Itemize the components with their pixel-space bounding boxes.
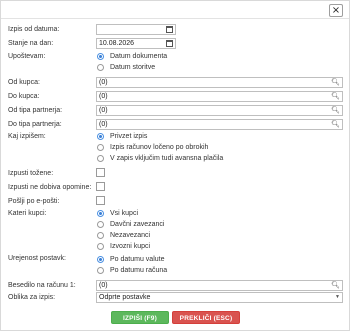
radio-unselected[interactable] [97, 144, 104, 151]
radio-label: Datum dokumenta [110, 53, 168, 60]
close-button[interactable]: × [329, 4, 343, 17]
exclude-no-reminders-checkbox[interactable] [96, 182, 105, 191]
exclude-sued-label: Izpusti tožene: [8, 170, 54, 177]
exclude-sued-checkbox[interactable] [96, 168, 105, 177]
search-icon[interactable]: 🔍︎ [331, 92, 340, 101]
print-form-select[interactable]: Odprte postavke ▼ [96, 292, 343, 303]
date-as-of-input[interactable]: 10.08.2026 [96, 38, 176, 49]
radio-selected[interactable] [97, 256, 104, 263]
dialog-titlebar: × [1, 1, 349, 19]
radio-label: Datum storitve [110, 64, 156, 71]
search-icon[interactable]: 🔍︎ [331, 281, 340, 290]
radio-label: Vsi kupci [110, 210, 139, 217]
from-partner-type-label: Od tipa partnerja: [8, 107, 63, 114]
radio-label: Davčni zavezanci [110, 221, 165, 228]
radio-unselected[interactable] [97, 267, 104, 274]
exclude-no-reminders-label: Izpusti ne dobiva opomine: [8, 184, 92, 191]
date-from-input[interactable] [96, 24, 176, 35]
from-buyer-input[interactable]: (0) 🔍︎ [96, 77, 343, 88]
from-buyer-value: (0) [99, 79, 108, 86]
date-from-label: Izpis od datuma: [8, 26, 60, 33]
buyers-label: Kateri kupci: [8, 210, 47, 217]
from-buyer-label: Od kupca: [8, 79, 40, 86]
report-dialog: × Izpis od datuma: Stanje na dan: 10.08.… [0, 0, 350, 331]
close-icon: × [331, 5, 341, 16]
calendar-icon[interactable] [166, 40, 173, 47]
calendar-icon[interactable] [166, 26, 173, 33]
radio-label: Izvozni kupci [110, 243, 151, 250]
search-icon[interactable]: 🔍︎ [331, 78, 340, 87]
to-buyer-input[interactable]: (0) 🔍︎ [96, 91, 343, 102]
to-partner-type-input[interactable]: (0) 🔍︎ [96, 119, 343, 130]
print-button[interactable]: IZPIŠI (F9) [111, 311, 169, 324]
from-partner-type-input[interactable]: (0) 🔍︎ [96, 105, 343, 116]
radio-selected[interactable] [97, 53, 104, 60]
to-buyer-value: (0) [99, 93, 108, 100]
cancel-button[interactable]: PREKLIČI (ESC) [172, 311, 240, 324]
radio-selected[interactable] [97, 210, 104, 217]
chevron-down-icon[interactable]: ▼ [335, 293, 340, 302]
send-email-checkbox[interactable] [96, 196, 105, 205]
radio-label: V zapis vključim tudi avansna plačila [110, 155, 224, 162]
print-what-label: Kaj izpišem: [8, 133, 46, 140]
print-form-label: Oblika za izpis: [8, 294, 56, 301]
radio-unselected[interactable] [97, 64, 104, 71]
date-as-of-value: 10.08.2026 [99, 40, 135, 47]
radio-label: Po datumu valute [110, 256, 165, 263]
radio-unselected[interactable] [97, 232, 104, 239]
search-icon[interactable]: 🔍︎ [331, 120, 340, 129]
to-partner-type-value: (0) [99, 121, 108, 128]
send-email-label: Pošlji po e-pošti: [8, 198, 60, 205]
radio-unselected[interactable] [97, 243, 104, 250]
consider-label: Upoštevam: [8, 53, 46, 60]
to-partner-type-label: Do tipa partnerja: [8, 121, 62, 128]
sorting-label: Urejenost postavk: [8, 255, 66, 262]
to-buyer-label: Do kupca: [8, 93, 40, 100]
radio-label: Privzet izpis [110, 133, 148, 140]
date-as-of-label: Stanje na dan: [8, 40, 54, 47]
search-icon[interactable]: 🔍︎ [331, 106, 340, 115]
radio-label: Nezavezanci [110, 232, 151, 239]
text-on-invoice-value: (0) [99, 282, 108, 289]
radio-selected[interactable] [97, 133, 104, 140]
text-on-invoice-label: Besedilo na računu 1: [8, 282, 76, 289]
print-form-value: Odprte postavke [99, 294, 151, 301]
radio-unselected[interactable] [97, 221, 104, 228]
text-on-invoice-input[interactable]: (0) 🔍︎ [96, 280, 343, 291]
radio-label: Po datumu računa [110, 267, 168, 274]
radio-label: Izpis računov ločeno po obrokih [110, 144, 209, 151]
radio-unselected[interactable] [97, 155, 104, 162]
from-partner-type-value: (0) [99, 107, 108, 114]
